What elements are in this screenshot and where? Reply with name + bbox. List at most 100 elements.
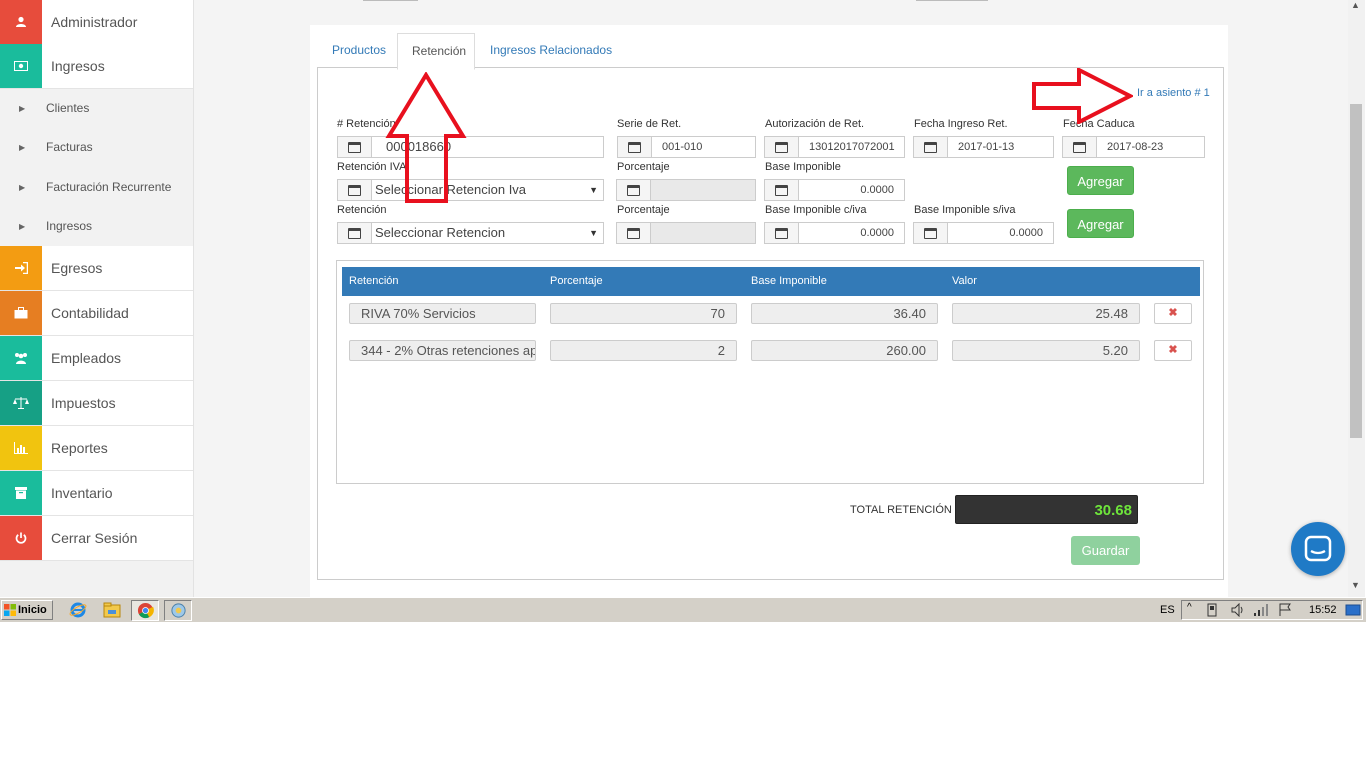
sidebar-item-reportes[interactable]: Reportes — [0, 426, 193, 471]
tab-retencion[interactable]: Retención — [397, 33, 475, 70]
archive-icon — [0, 471, 42, 515]
volume-icon[interactable] — [1231, 603, 1245, 617]
column-header-base-imponible: Base Imponible — [751, 275, 827, 287]
base-imponible-input[interactable]: 0.0000 — [764, 179, 905, 201]
card-icon — [914, 223, 948, 243]
table-header: Retención Porcentaje Base Imponible Valo… — [342, 267, 1200, 296]
chrome-icon — [137, 602, 154, 619]
sidebar-subitem-clientes[interactable]: ▶ Clientes — [0, 89, 193, 128]
sidebar-item-label: Impuestos — [51, 395, 116, 411]
column-header-valor: Valor — [952, 275, 977, 287]
chat-launcher-button[interactable] — [1291, 522, 1345, 576]
cell-porcentaje: 2 — [550, 340, 737, 361]
briefcase-icon — [0, 291, 42, 335]
agregar-iva-button[interactable]: Agregar — [1067, 166, 1134, 195]
sidebar-item-inventario[interactable]: Inventario — [0, 471, 193, 516]
sidebar-item-empleados[interactable]: Empleados — [0, 336, 193, 381]
column-header-porcentaje: Porcentaje — [550, 275, 603, 287]
card-icon — [914, 137, 948, 157]
scrollbar-thumb[interactable] — [1350, 104, 1362, 438]
caret-right-icon: ▶ — [19, 222, 26, 231]
tab-ingresos-relacionados[interactable]: Ingresos Relacionados — [476, 33, 626, 68]
sidebar-subitem-label: Ingresos — [46, 219, 93, 233]
cell-valor: 5.20 — [952, 340, 1140, 361]
fecha-ingreso-input[interactable]: 2017-01-13 — [913, 136, 1054, 158]
app-taskbar-button[interactable] — [164, 600, 192, 621]
total-retencion-label: TOTAL RETENCIÓN — [850, 504, 952, 516]
caret-right-icon: ▶ — [19, 104, 26, 113]
sidebar-item-ingresos[interactable]: Ingresos — [0, 44, 193, 89]
base-civa-label: Base Imponible c/iva — [765, 204, 867, 216]
caret-down-icon: ▼ — [589, 185, 598, 195]
sidebar-item-impuestos[interactable]: Impuestos — [0, 381, 193, 426]
fecha-ingreso-label: Fecha Ingreso Ret. — [914, 118, 1008, 130]
porcentaje-retencion-input — [616, 222, 756, 244]
sidebar-item-egresos[interactable]: Egresos — [0, 246, 193, 291]
users-icon — [0, 336, 42, 380]
user-icon — [0, 0, 42, 44]
card-icon — [617, 180, 651, 200]
windows-taskbar: Inicio ES ^ 15:52 — [0, 597, 1366, 622]
cell-porcentaje: 70 — [550, 303, 737, 324]
agregar-retencion-button[interactable]: Agregar — [1067, 209, 1134, 238]
sidebar-item-label: Egresos — [51, 260, 103, 276]
chat-icon — [1304, 535, 1332, 562]
sidebar-item-cerrar-sesion[interactable]: Cerrar Sesión — [0, 516, 193, 561]
cell-retencion: 344 - 2% Otras retenciones ap — [349, 340, 536, 361]
top-field-edge — [363, 0, 418, 1]
language-indicator[interactable]: ES — [1160, 598, 1175, 622]
column-header-retencion: Retención — [349, 275, 399, 287]
sidebar-subitem-facturas[interactable]: ▶ Facturas — [0, 128, 193, 167]
start-button[interactable]: Inicio — [1, 600, 53, 620]
delete-row-button[interactable]: ✖ — [1154, 340, 1192, 361]
sidebar-subitem-facturacion-recurrente[interactable]: ▶ Facturación Recurrente — [0, 168, 193, 207]
sign-in-icon — [0, 246, 42, 290]
bar-chart-icon — [0, 426, 42, 470]
balance-scale-icon — [0, 381, 42, 425]
sidebar-item-contabilidad[interactable]: Contabilidad — [0, 291, 193, 336]
app-icon — [171, 603, 186, 618]
retencion-num-input[interactable]: 000018660 — [337, 136, 604, 158]
autorizacion-input[interactable]: 13012017072001 — [764, 136, 905, 158]
annotation-arrow-up-icon — [385, 72, 467, 203]
porcentaje-label: Porcentaje — [617, 204, 670, 216]
caret-down-icon: ▼ — [589, 228, 598, 238]
sidebar-item-administrador[interactable]: Administrador — [0, 0, 193, 45]
network-icon[interactable] — [1253, 603, 1269, 617]
action-center-flag-icon[interactable] — [1278, 603, 1292, 617]
scroll-down-icon[interactable]: ▼ — [1351, 580, 1360, 590]
retencion-iva-select[interactable]: Seleccionar Retencion Iva ▼ — [337, 179, 604, 201]
scroll-up-icon[interactable]: ▲ — [1351, 0, 1360, 10]
sidebar-subitem-ingresos[interactable]: ▶ Ingresos — [0, 207, 193, 246]
file-explorer-icon[interactable] — [103, 601, 121, 619]
guardar-button[interactable]: Guardar — [1071, 536, 1140, 565]
cell-valor: 25.48 — [952, 303, 1140, 324]
porcentaje-iva-input — [616, 179, 756, 201]
retencion-select[interactable]: Seleccionar Retencion ▼ — [337, 222, 604, 244]
card-icon — [338, 180, 372, 200]
serie-input[interactable]: 001-010 — [617, 136, 756, 158]
base-siva-input[interactable]: 0.0000 — [913, 222, 1054, 244]
show-hidden-icons-icon[interactable]: ^ — [1187, 602, 1192, 613]
base-civa-input[interactable]: 0.0000 — [764, 222, 905, 244]
card-icon — [338, 223, 372, 243]
card-icon — [617, 223, 651, 243]
delete-row-button[interactable]: ✖ — [1154, 303, 1192, 324]
caret-right-icon: ▶ — [19, 143, 26, 152]
autorizacion-label: Autorización de Ret. — [765, 118, 865, 130]
tab-productos[interactable]: Productos — [318, 33, 400, 68]
fecha-caduca-input[interactable]: 2017-08-23 — [1062, 136, 1205, 158]
sidebar: Administrador Ingresos ▶ Clientes ▶ Fact… — [0, 0, 194, 597]
chrome-taskbar-button[interactable] — [131, 600, 159, 621]
device-icon[interactable] — [1206, 603, 1218, 617]
ir-a-asiento-link[interactable]: Ir a asiento # 1 — [1137, 87, 1210, 99]
cell-base-imponible: 36.40 — [751, 303, 938, 324]
card-icon — [338, 137, 372, 157]
clock[interactable]: 15:52 — [1309, 598, 1337, 622]
sidebar-item-label: Empleados — [51, 350, 122, 366]
sidebar-item-label: Contabilidad — [51, 305, 129, 321]
show-desktop-icon[interactable] — [1345, 603, 1361, 617]
sidebar-item-label: Administrador — [51, 14, 138, 30]
serie-label: Serie de Ret. — [617, 118, 682, 130]
internet-explorer-icon[interactable] — [69, 601, 87, 619]
